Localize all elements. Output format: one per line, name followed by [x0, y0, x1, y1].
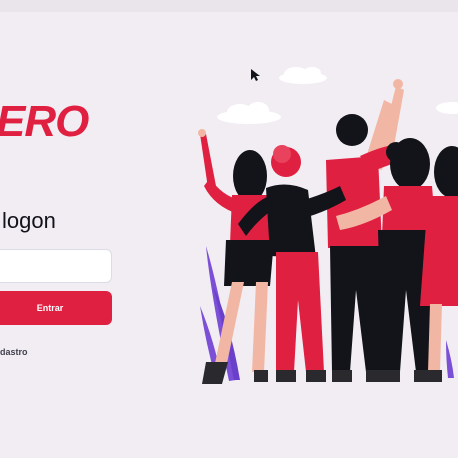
brand-logo: ERO: [0, 97, 89, 146]
page-title: logon: [2, 208, 56, 233]
enter-button[interactable]: Entrar: [0, 291, 112, 325]
logon-screen: ERO logon Entrar dastro: [0, 0, 458, 458]
mouse-cursor-icon: [251, 69, 260, 81]
heroes-group-illustration: [198, 67, 458, 384]
cloud-icon: [279, 67, 327, 84]
cloud-icon: [217, 102, 281, 124]
id-input[interactable]: [0, 249, 112, 283]
window-top-bar: [0, 0, 458, 12]
cloud-icon: [436, 102, 458, 114]
register-link[interactable]: dastro: [0, 347, 28, 357]
plant-icon: [446, 340, 454, 378]
